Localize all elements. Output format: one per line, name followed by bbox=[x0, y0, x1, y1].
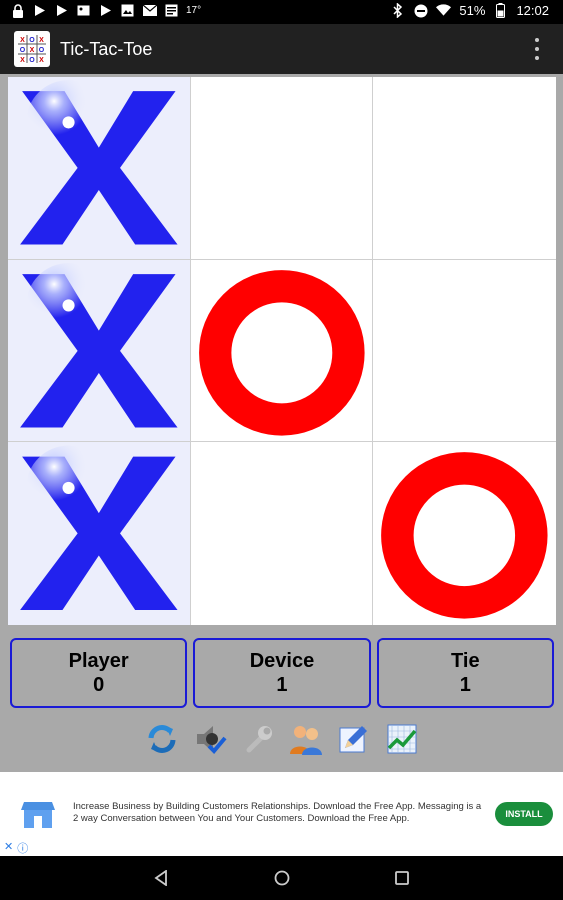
score-tie: Tie 1 bbox=[376, 638, 554, 708]
o-mark bbox=[381, 452, 548, 619]
x-mark bbox=[20, 80, 178, 245]
game-area: Player 0 Device 1 Tie 1 bbox=[0, 74, 563, 772]
app-bar: X O X O X O X O X Tic-Tac-Toe bbox=[0, 24, 563, 74]
edit-icon[interactable] bbox=[335, 720, 373, 758]
lock-icon bbox=[10, 3, 25, 18]
board-cell[interactable] bbox=[8, 442, 191, 625]
install-button[interactable]: INSTALL bbox=[495, 802, 553, 826]
play-icon bbox=[54, 3, 69, 18]
score-value: 1 bbox=[459, 674, 471, 696]
score-value: 0 bbox=[93, 674, 105, 696]
board-cell[interactable] bbox=[8, 77, 191, 260]
o-mark bbox=[198, 269, 365, 436]
board-cell[interactable] bbox=[373, 260, 556, 443]
svg-text:X: X bbox=[30, 47, 35, 54]
board-cell[interactable] bbox=[190, 259, 374, 443]
bluetooth-icon bbox=[390, 3, 405, 18]
store-icon bbox=[20, 796, 56, 830]
system-icons: 51% 12:02 bbox=[390, 3, 549, 18]
toolbar bbox=[0, 720, 563, 760]
x-mark bbox=[20, 262, 178, 428]
wrench-icon[interactable] bbox=[239, 720, 277, 758]
notification-icons: 17° bbox=[10, 3, 201, 18]
back-icon[interactable] bbox=[151, 868, 171, 888]
score-player: Player 0 bbox=[10, 638, 188, 708]
image-icon bbox=[120, 3, 135, 18]
svg-text:O: O bbox=[39, 47, 45, 54]
overflow-menu-icon[interactable] bbox=[533, 38, 541, 60]
svg-text:X: X bbox=[20, 57, 25, 64]
score-label: Player bbox=[68, 650, 129, 672]
score-device: Device 1 bbox=[193, 638, 371, 708]
battery-icon bbox=[493, 3, 508, 18]
status-bar: 17° 51% 12:02 bbox=[0, 0, 563, 24]
refresh-icon[interactable] bbox=[143, 720, 181, 758]
photo-icon bbox=[76, 3, 91, 18]
svg-text:O: O bbox=[20, 47, 26, 54]
temperature: 17° bbox=[186, 5, 202, 16]
tic-tac-toe-app-icon: X O X O X O X O X bbox=[14, 31, 50, 67]
stats-icon[interactable] bbox=[383, 720, 421, 758]
ad-text: Increase Business by Building Customers … bbox=[73, 801, 482, 824]
close-icon[interactable]: ✕ bbox=[4, 840, 13, 856]
svg-text:O: O bbox=[29, 57, 35, 64]
do-not-disturb-icon bbox=[413, 3, 428, 18]
board-cell[interactable] bbox=[8, 259, 191, 443]
score-label: Tie bbox=[451, 650, 480, 672]
battery-percent: 51% bbox=[459, 3, 486, 18]
score-label: Device bbox=[249, 650, 315, 672]
play-icon bbox=[98, 3, 113, 18]
recents-icon[interactable] bbox=[392, 868, 412, 888]
ad-choices-icon[interactable]: ✕ ⓘ bbox=[4, 840, 28, 856]
x-mark bbox=[20, 445, 178, 611]
info-icon[interactable]: ⓘ bbox=[17, 840, 28, 856]
game-board bbox=[8, 77, 556, 625]
scoreboard: Player 0 Device 1 Tie 1 bbox=[10, 638, 554, 708]
ad-banner[interactable]: Increase Business by Building Customers … bbox=[0, 772, 563, 856]
mail-icon bbox=[142, 3, 157, 18]
board-cell[interactable] bbox=[373, 442, 556, 625]
board-cell[interactable] bbox=[191, 442, 374, 625]
board-cell[interactable] bbox=[190, 77, 374, 260]
play-icon bbox=[32, 3, 47, 18]
board-cell[interactable] bbox=[373, 77, 556, 260]
home-icon[interactable] bbox=[272, 868, 292, 888]
sound-icon[interactable] bbox=[191, 720, 229, 758]
wifi-icon bbox=[436, 3, 452, 18]
svg-text:X: X bbox=[39, 57, 44, 64]
svg-text:X: X bbox=[20, 37, 25, 44]
svg-text:X: X bbox=[39, 37, 44, 44]
news-icon bbox=[164, 3, 179, 18]
navigation-bar bbox=[0, 856, 563, 900]
app-title: Tic-Tac-Toe bbox=[60, 39, 153, 59]
score-value: 1 bbox=[276, 674, 288, 696]
players-icon[interactable] bbox=[287, 720, 325, 758]
clock: 12:02 bbox=[516, 3, 549, 18]
svg-text:O: O bbox=[29, 37, 35, 44]
